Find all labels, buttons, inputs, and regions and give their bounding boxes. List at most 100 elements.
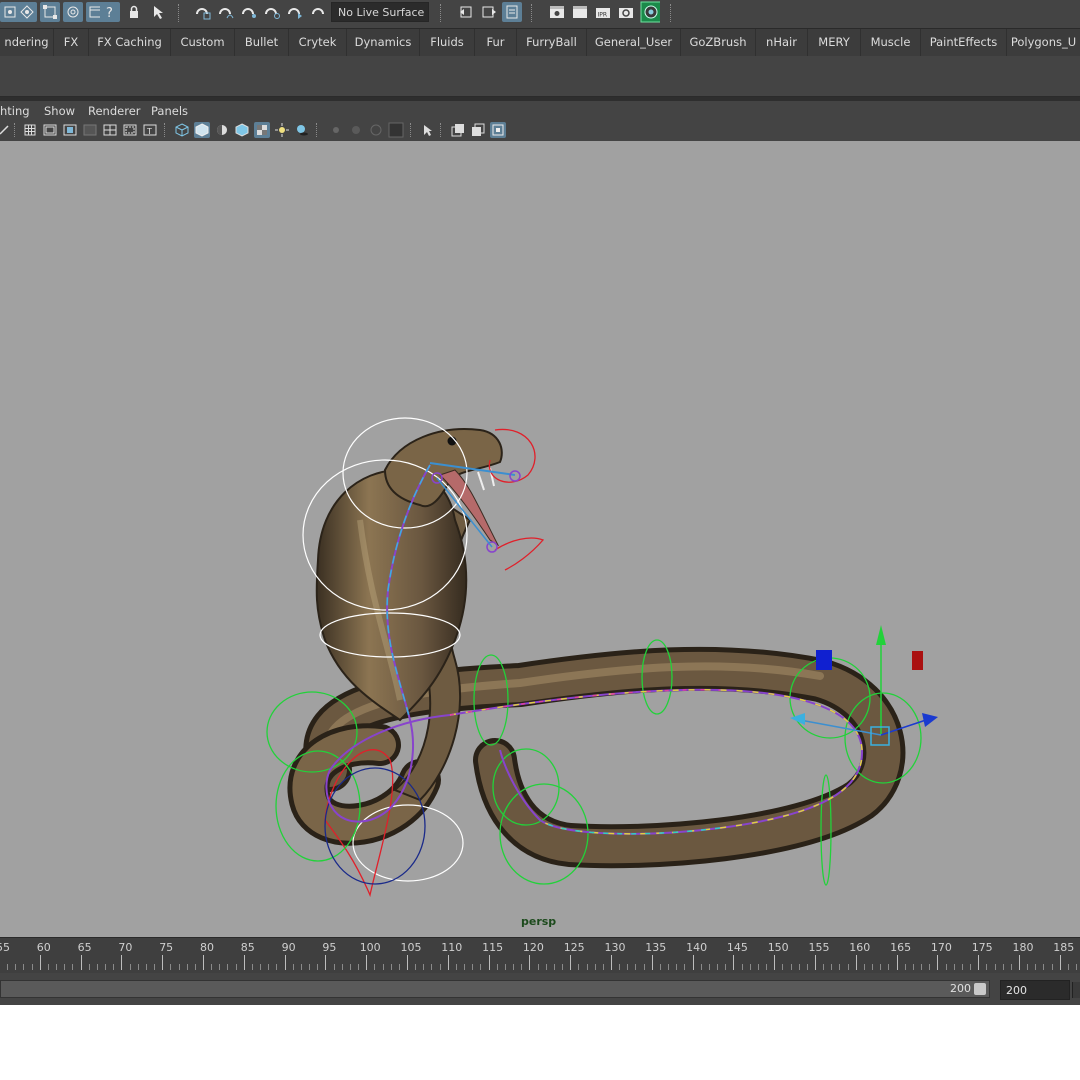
tab-polygons-user[interactable]: Polygons_U (1007, 29, 1080, 56)
time-tick-minor (994, 964, 996, 970)
tab-mery[interactable]: MERY (808, 29, 861, 56)
time-tick-minor (23, 964, 25, 970)
time-tick-minor (1035, 964, 1037, 970)
tab-fx-caching[interactable]: FX Caching (89, 29, 171, 56)
lock-icon[interactable] (124, 2, 144, 22)
attribute-editor-icon[interactable] (502, 2, 522, 22)
ipr-render-icon[interactable]: IPR (593, 2, 613, 22)
time-tick-minor (431, 964, 433, 970)
time-tick-minor (1076, 964, 1078, 970)
time-tick-label: 115 (482, 941, 504, 954)
time-tick-minor (464, 964, 466, 970)
time-tick-minor (725, 964, 727, 970)
select-tool-icon[interactable] (148, 2, 168, 22)
tab-fx[interactable]: FX (54, 29, 89, 56)
time-tick-minor (627, 964, 629, 970)
xray-icon[interactable] (254, 122, 270, 138)
time-slider[interactable]: 55 60 65 70 75 80 85 90 95 100 105 110 115 120 125 130 1… (0, 937, 1080, 973)
isolate-select-icon[interactable] (420, 122, 436, 138)
time-tick-minor (194, 964, 196, 970)
gate-mask-icon[interactable] (82, 122, 98, 138)
time-tick-minor (912, 964, 914, 970)
textured-icon[interactable] (234, 122, 250, 138)
snap-magnet-icon[interactable] (308, 2, 328, 22)
default-lighting-icon[interactable] (214, 122, 230, 138)
camera-name-label: persp (521, 915, 557, 928)
tab-painteffects[interactable]: PaintEffects (921, 29, 1007, 56)
tab-bullet[interactable]: Bullet (235, 29, 289, 56)
select-by-component-icon[interactable] (40, 2, 60, 22)
range-slider-track[interactable]: 200 (0, 980, 990, 998)
time-tick-label: 85 (240, 941, 255, 954)
tab-crytek[interactable]: Crytek (289, 29, 347, 56)
menu-panels[interactable]: Panels (151, 104, 188, 118)
time-tick-minor (439, 964, 441, 970)
grid-icon[interactable] (22, 122, 38, 138)
live-surface-field[interactable]: No Live Surface (331, 2, 429, 22)
camera-view-icon[interactable] (490, 122, 506, 138)
time-tick-major (570, 955, 572, 970)
snap-live-icon[interactable] (285, 2, 305, 22)
time-tick-minor (602, 964, 604, 970)
two-view-icon[interactable] (470, 122, 486, 138)
time-tick-minor (986, 964, 988, 970)
svg-text:IPR: IPR (598, 12, 608, 19)
time-tick-minor (341, 964, 343, 970)
snap-grid-icon[interactable] (193, 2, 213, 22)
render-settings-icon[interactable] (616, 2, 636, 22)
time-tick-minor (513, 964, 515, 970)
perspective-viewport[interactable]: persp (0, 141, 1080, 937)
toolbar-separator (316, 123, 319, 137)
tab-fluids[interactable]: Fluids (420, 29, 475, 56)
menu-show[interactable]: Show (44, 104, 75, 118)
smooth-shade-icon[interactable] (194, 122, 210, 138)
shadows-icon[interactable] (294, 122, 310, 138)
time-tick-minor (1043, 964, 1045, 970)
tab-general-user[interactable]: General_User (587, 29, 681, 56)
tab-furryball[interactable]: FurryBall (517, 29, 587, 56)
tab-rendering[interactable]: ndering (0, 29, 54, 56)
tab-fur[interactable]: Fur (475, 29, 517, 56)
camera-attributes-icon[interactable] (0, 122, 12, 138)
menu-renderer[interactable]: Renderer (88, 104, 141, 118)
wireframe-icon[interactable] (174, 122, 190, 138)
time-tick-minor (382, 964, 384, 970)
motion-blur-icon[interactable] (348, 122, 364, 138)
toolbar-separator (164, 123, 167, 137)
time-tick-minor (472, 964, 474, 970)
shelf-tabs: ndering FX FX Caching Custom Bullet Cryt… (0, 28, 1080, 57)
single-view-icon[interactable] (450, 122, 466, 138)
depth-of-field-icon[interactable] (388, 122, 404, 138)
tab-dynamics[interactable]: Dynamics (347, 29, 420, 56)
scene-icon[interactable] (63, 2, 83, 22)
help-icon[interactable]: ? (100, 2, 120, 22)
use-all-lights-icon[interactable] (274, 122, 290, 138)
select-by-object-icon[interactable] (17, 2, 37, 22)
snap-view-plane-icon[interactable] (262, 2, 282, 22)
time-tick-major (121, 955, 123, 970)
safe-action-icon[interactable] (122, 122, 138, 138)
menu-lighting[interactable]: hting (0, 104, 30, 118)
film-gate-icon[interactable] (42, 122, 58, 138)
field-chart-icon[interactable] (102, 122, 118, 138)
resolution-gate-icon[interactable] (62, 122, 78, 138)
tab-muscle[interactable]: Muscle (861, 29, 921, 56)
history-icon[interactable] (456, 2, 476, 22)
time-tick-label: 155 (808, 941, 830, 954)
anti-aliasing-icon[interactable] (368, 122, 384, 138)
tab-nhair[interactable]: nHair (756, 29, 808, 56)
snake-rig-scene[interactable] (0, 141, 1080, 937)
tab-gozbrush[interactable]: GoZBrush (681, 29, 756, 56)
tab-custom[interactable]: Custom (171, 29, 235, 56)
snap-point-icon[interactable] (239, 2, 259, 22)
render-icon[interactable] (547, 2, 567, 22)
end-time-field[interactable]: 200 (1000, 980, 1070, 1000)
output-icon[interactable] (479, 2, 499, 22)
range-slider-handle[interactable] (974, 983, 986, 995)
snap-curve-icon[interactable] (216, 2, 236, 22)
screen-space-ao-icon[interactable] (328, 122, 344, 138)
hypershade-icon[interactable] (640, 1, 660, 23)
time-tick-minor (64, 964, 66, 970)
render-sequence-icon[interactable] (570, 2, 590, 22)
safe-title-icon[interactable]: T (142, 122, 158, 138)
